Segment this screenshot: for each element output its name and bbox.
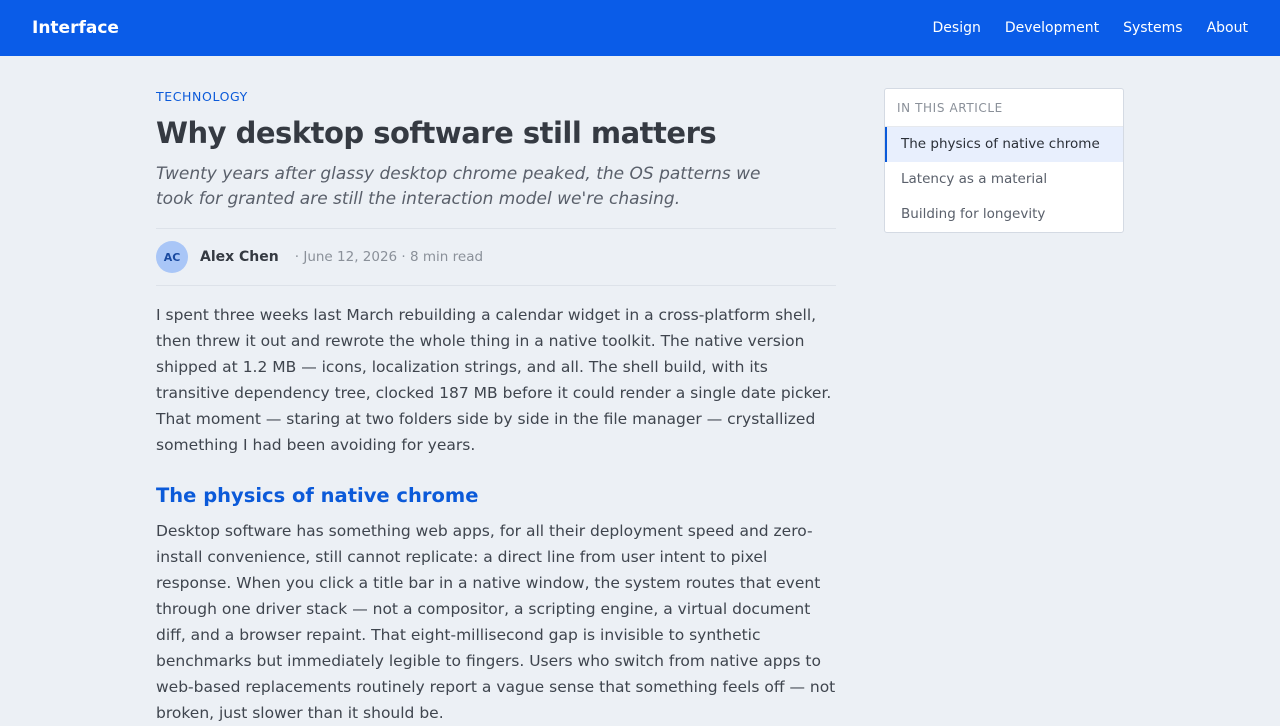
table-of-contents: IN THIS ARTICLE The physics of native ch… bbox=[884, 88, 1124, 233]
article-title: Why desktop software still matters bbox=[156, 116, 717, 150]
author-name[interactable]: Alex Chen bbox=[200, 249, 279, 265]
nav-link-development[interactable]: Development bbox=[1005, 18, 1099, 38]
intro-paragraph: I spent three weeks last March rebuildin… bbox=[156, 306, 832, 454]
top-navigation-bar: Interface Design Development Systems Abo… bbox=[0, 0, 1280, 56]
byline: AC Alex Chen · June 12, 2026 · 8 min rea… bbox=[156, 228, 836, 286]
toc-heading: IN THIS ARTICLE bbox=[885, 89, 1123, 127]
toc-item-longevity[interactable]: Building for longevity bbox=[885, 197, 1123, 232]
toc-item-latency[interactable]: Latency as a material bbox=[885, 162, 1123, 197]
author-avatar[interactable]: AC bbox=[156, 241, 188, 273]
brand-logo-link[interactable]: Interface bbox=[32, 16, 119, 40]
nav-link-design[interactable]: Design bbox=[933, 18, 981, 38]
section-paragraph: Desktop software has something web apps,… bbox=[156, 522, 836, 722]
nav-link-about[interactable]: About bbox=[1207, 18, 1248, 38]
nav-link-systems[interactable]: Systems bbox=[1123, 18, 1183, 38]
article: TECHNOLOGY Why desktop software still ma… bbox=[156, 88, 836, 726]
section-heading: The physics of native chrome bbox=[156, 484, 479, 507]
toc-item-physics[interactable]: The physics of native chrome bbox=[885, 127, 1123, 162]
article-category[interactable]: TECHNOLOGY bbox=[156, 88, 836, 106]
article-subtitle: Twenty years after glassy desktop chrome… bbox=[156, 164, 761, 209]
article-meta: · June 12, 2026 · 8 min read bbox=[294, 249, 484, 265]
main-nav: Design Development Systems About bbox=[933, 18, 1249, 38]
